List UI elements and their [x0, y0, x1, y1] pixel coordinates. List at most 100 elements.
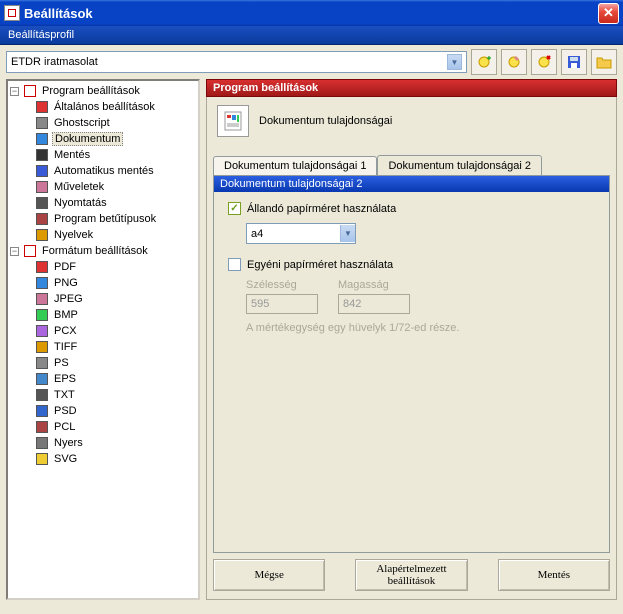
- window-titlebar: Beállítások ✕: [0, 0, 623, 26]
- png-icon: [34, 276, 49, 290]
- tree-item-label: TIFF: [52, 341, 79, 353]
- profile-toolbar: ETDR iratmasolat ▼: [0, 45, 623, 79]
- tree-item[interactable]: PDF: [10, 259, 196, 275]
- save-button[interactable]: Mentés: [498, 559, 610, 591]
- cancel-button[interactable]: Mégse: [213, 559, 325, 591]
- tree-group-format[interactable]: − Formátum beállítások: [10, 243, 196, 259]
- edit-profile-button[interactable]: [501, 49, 527, 75]
- pdf-icon: [34, 260, 49, 274]
- tree-item[interactable]: Dokumentum: [10, 131, 196, 147]
- document-icon: [217, 105, 249, 137]
- unit-hint: A mértékegység egy hüvelyk 1/72-ed része…: [246, 322, 595, 334]
- description-text: Dokumentum tulajdonságai: [259, 115, 392, 127]
- tree-item[interactable]: PSD: [10, 403, 196, 419]
- tree-item-label: Automatikus mentés: [52, 165, 156, 177]
- settings-tree[interactable]: − Program beállítások Általános beállítá…: [6, 79, 200, 600]
- delete-profile-button[interactable]: [531, 49, 557, 75]
- tree-item[interactable]: Mentés: [10, 147, 196, 163]
- fixed-paper-checkbox[interactable]: ✓: [228, 202, 241, 215]
- defaults-button[interactable]: Alapértelmezett beállítások: [355, 559, 467, 591]
- jpeg-icon: [34, 292, 49, 306]
- width-input: [246, 294, 318, 314]
- txt-icon: [34, 388, 49, 402]
- tree-item[interactable]: Program betűtípusok: [10, 211, 196, 227]
- group-body: Dokumentum tulajdonságai Dokumentum tula…: [206, 97, 617, 600]
- tabs: Dokumentum tulajdonságai 1 Dokumentum tu…: [207, 155, 616, 175]
- profile-select[interactable]: ETDR iratmasolat ▼: [6, 51, 467, 73]
- tree-item[interactable]: PCL: [10, 419, 196, 435]
- print-icon: [34, 196, 49, 210]
- collapse-icon[interactable]: −: [10, 87, 19, 96]
- tree-item[interactable]: PNG: [10, 275, 196, 291]
- tab-doc-props-2[interactable]: Dokumentum tulajdonságai 2: [377, 155, 541, 176]
- save-profile-button[interactable]: [561, 49, 587, 75]
- tree-item[interactable]: SVG: [10, 451, 196, 467]
- tree-label: Program beállítások: [40, 85, 142, 97]
- section-header: Dokumentum tulajdonságai 2: [214, 176, 609, 192]
- tree-item-label: TXT: [52, 389, 77, 401]
- tree-item[interactable]: EPS: [10, 371, 196, 387]
- description-row: Dokumentum tulajdonságai: [207, 97, 616, 145]
- tree-item[interactable]: Nyelvek: [10, 227, 196, 243]
- tree-item-label: Dokumentum: [52, 132, 123, 146]
- chevron-down-icon: ▼: [340, 225, 355, 242]
- lang-icon: [34, 228, 49, 242]
- height-label: Magasság: [338, 279, 410, 291]
- tree-item[interactable]: TIFF: [10, 339, 196, 355]
- tree-item[interactable]: Általános beállítások: [10, 99, 196, 115]
- general-icon: [34, 100, 49, 114]
- section-body: ✓ Állandó papírméret használata a4 ▼ ✓ E…: [214, 192, 609, 344]
- bmp-icon: [34, 308, 49, 322]
- tree-group-program[interactable]: − Program beállítások: [10, 83, 196, 99]
- tab-doc-props-1[interactable]: Dokumentum tulajdonságai 1: [213, 156, 377, 175]
- tree-item[interactable]: Nyomtatás: [10, 195, 196, 211]
- tree-item-label: BMP: [52, 309, 80, 321]
- profile-header: Beállításprofil: [0, 26, 623, 45]
- window-title: Beállítások: [24, 6, 93, 21]
- custom-paper-row: ✓ Egyéni papírméret használata: [228, 258, 595, 271]
- custom-paper-checkbox[interactable]: ✓: [228, 258, 241, 271]
- open-folder-button[interactable]: [591, 49, 617, 75]
- ghost-icon: [34, 116, 49, 130]
- folder-icon: [22, 84, 37, 98]
- add-profile-button[interactable]: [471, 49, 497, 75]
- font-icon: [34, 212, 49, 226]
- tree-item[interactable]: BMP: [10, 307, 196, 323]
- close-button[interactable]: ✕: [598, 3, 619, 24]
- save-icon: [34, 148, 49, 162]
- paper-size-value: a4: [251, 228, 263, 240]
- width-label: Szélesség: [246, 279, 318, 291]
- svg-icon: [34, 452, 49, 466]
- fixed-paper-row: ✓ Állandó papírméret használata: [228, 202, 595, 215]
- tree-item[interactable]: Műveletek: [10, 179, 196, 195]
- tree-item-label: Általános beállítások: [52, 101, 157, 113]
- height-input: [338, 294, 410, 314]
- tree-item-label: Műveletek: [52, 181, 106, 193]
- tree-item-label: Ghostscript: [52, 117, 112, 129]
- dimensions-row: Szélesség Magasság: [246, 279, 595, 314]
- tree-label: Formátum beállítások: [40, 245, 150, 257]
- tree-item-label: PNG: [52, 277, 80, 289]
- pcl-icon: [34, 420, 49, 434]
- main-area: − Program beállítások Általános beállítá…: [0, 79, 623, 606]
- right-panel: Program beállítások Dokumentum tulajdons…: [206, 79, 617, 600]
- tree-item-label: EPS: [52, 373, 78, 385]
- ps-icon: [34, 356, 49, 370]
- tree-item-label: PDF: [52, 261, 78, 273]
- tree-item[interactable]: PCX: [10, 323, 196, 339]
- paper-size-select[interactable]: a4 ▼: [246, 223, 356, 244]
- group-header: Program beállítások: [206, 79, 617, 97]
- tree-item[interactable]: Automatikus mentés: [10, 163, 196, 179]
- tree-item-label: Mentés: [52, 149, 92, 161]
- collapse-icon[interactable]: −: [10, 247, 19, 256]
- fixed-paper-label: Állandó papírméret használata: [247, 203, 396, 215]
- tree-item-label: PCL: [52, 421, 77, 433]
- actions-icon: [34, 180, 49, 194]
- tree-item[interactable]: Ghostscript: [10, 115, 196, 131]
- tree-item-label: SVG: [52, 453, 79, 465]
- tree-item[interactable]: TXT: [10, 387, 196, 403]
- tree-item[interactable]: Nyers: [10, 435, 196, 451]
- doc-icon: [34, 132, 49, 146]
- tree-item[interactable]: JPEG: [10, 291, 196, 307]
- tree-item[interactable]: PS: [10, 355, 196, 371]
